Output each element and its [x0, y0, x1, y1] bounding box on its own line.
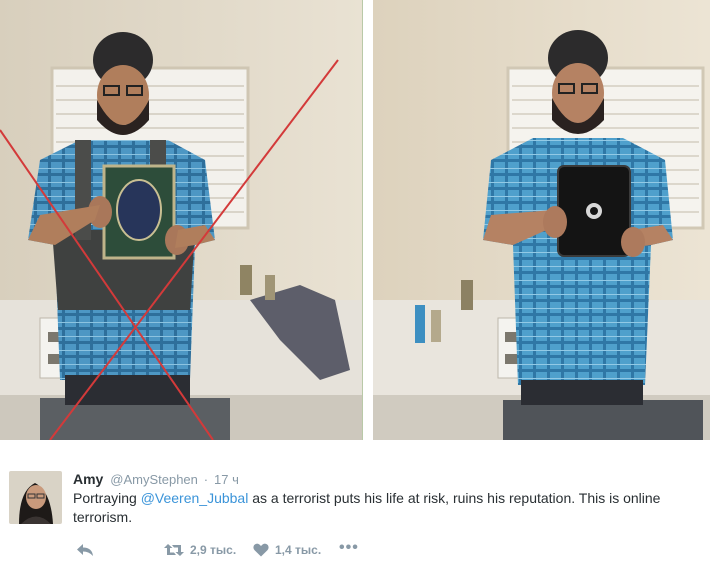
- avatar[interactable]: [9, 471, 62, 524]
- retweet-icon: [164, 544, 184, 556]
- retweet-count: 2,9 тыс.: [190, 543, 237, 557]
- tweet-media[interactable]: [0, 0, 712, 443]
- like-button[interactable]: 1,4 тыс.: [253, 540, 321, 560]
- tweet-text-prefix: Portraying: [73, 490, 141, 506]
- right-photo[interactable]: [373, 0, 710, 440]
- author-handle[interactable]: @AmyStephen: [110, 472, 198, 487]
- avatar-image: [9, 471, 62, 524]
- tweet-text: Portraying @Veeren_Jubbal as a terrorist…: [73, 489, 693, 527]
- tweet-header: Amy @AmyStephen · 17 ч: [73, 470, 239, 488]
- left-photo-image: [0, 0, 362, 440]
- tweet-time[interactable]: 17 ч: [214, 472, 239, 487]
- author-name[interactable]: Amy: [73, 471, 103, 487]
- retweet-button[interactable]: 2,9 тыс.: [164, 540, 236, 560]
- reply-button[interactable]: [76, 540, 94, 560]
- tweet-actions: 2,9 тыс. 1,4 тыс. •••: [73, 538, 693, 560]
- left-photo[interactable]: [0, 0, 363, 440]
- like-count: 1,4 тыс.: [275, 543, 322, 557]
- more-button[interactable]: •••: [339, 538, 359, 558]
- reply-icon: [77, 544, 93, 556]
- separator: ·: [203, 472, 209, 487]
- more-icon: •••: [339, 539, 359, 556]
- right-photo-image: [373, 0, 710, 440]
- heart-icon: [253, 543, 269, 557]
- mention-link[interactable]: @Veeren_Jubbal: [141, 490, 249, 506]
